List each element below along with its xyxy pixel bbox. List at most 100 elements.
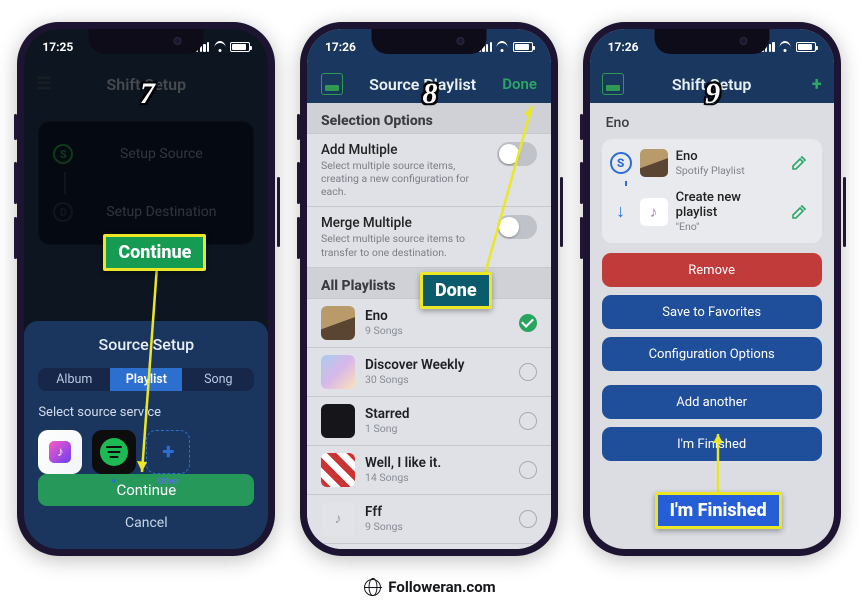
dest-sub: "Eno" [676,220,780,233]
playlist-name: Eno [365,308,509,324]
source-setup-sheet: Source Setup Album Playlist Song Select … [24,321,268,549]
battery-icon [513,42,533,52]
playlist-art [321,306,355,340]
status-time: 17:26 [325,40,356,54]
notch [371,29,486,54]
cancel-button[interactable]: Cancel [38,508,254,539]
save-favorites-button[interactable]: Save to Favorites [602,295,822,329]
playlist-name: Discover Weekly [365,357,509,373]
library-icon[interactable] [602,73,624,95]
playlist-row[interactable]: Fff9 Songs [307,495,551,544]
add-icon[interactable]: + [812,74,822,95]
step-badge-7: 7 [127,74,167,114]
remove-button[interactable]: Remove [602,253,822,287]
playlist-name: Starred [365,406,509,422]
phone-step-8: 8 17:26 Source Playlist Done Selection O… [300,22,560,556]
step-badge-8: 8 [410,74,450,114]
dest-node-icon: D [53,202,73,222]
service-other[interactable]: +Other [146,430,190,474]
done-button[interactable]: Done [502,75,537,93]
add-another-button[interactable]: Add another [602,385,822,419]
playlist-sub: 9 Songs [365,520,509,533]
sheet-title: Source Setup [38,335,254,354]
playlist-sub: 9 Songs [365,324,509,337]
playlist-name: Well, I like it. [365,455,509,471]
config-name: Eno [602,113,822,139]
segment-playlist[interactable]: Playlist [110,368,182,391]
select-service-label: Select source service [38,405,254,420]
wifi-icon [496,42,509,52]
setup-dest-row: Setup Destination [83,204,239,220]
battery-icon [796,42,816,52]
phone-step-7: 7 17:25 ☰ Shift Setup S S [17,22,277,556]
back-icon: ☰ [36,74,51,94]
playlist-art [321,502,355,536]
setup-source-row: Setup Source [83,146,239,162]
segment-song[interactable]: Song [182,368,254,391]
playlist-name: Fff [365,504,509,520]
config-options-button[interactable]: Configuration Options [602,337,822,371]
playlist-row[interactable]: Hangover14 Songs [307,544,551,549]
status-time: 17:26 [608,40,639,54]
arrow-down-icon: ↓ [610,201,632,223]
notch [89,29,204,54]
continue-button[interactable]: Continue [38,474,254,505]
unselected-circle[interactable] [519,412,537,430]
playlist-art [321,404,355,438]
wifi-icon [213,42,226,52]
checkmark-icon[interactable] [519,314,537,332]
playlist-row[interactable]: Starred1 Song [307,397,551,446]
playlist-sub: 1 Song [365,422,509,435]
option-add-multiple[interactable]: Add Multiple Select multiple source item… [307,133,551,207]
playlist-sub: 14 Songs [365,471,509,484]
playlist-art [321,355,355,389]
unselected-circle[interactable] [519,510,537,528]
callout-done: Done [420,272,492,309]
unselected-circle[interactable] [519,363,537,381]
apple-music-icon [49,441,71,463]
unselected-circle[interactable] [519,461,537,479]
playlist-art [321,453,355,487]
playlist-row[interactable]: Well, I like it.14 Songs [307,446,551,495]
status-icons [196,42,250,52]
option-merge-multiple[interactable]: Merge Multiple Select multiple source it… [307,207,551,267]
im-finished-button[interactable]: I'm Finished [602,427,822,461]
source-node-icon: S [53,144,73,164]
callout-continue: Continue [103,234,206,271]
option-title: Add Multiple [321,142,485,158]
source-name: Eno [676,149,780,164]
wifi-icon [779,42,792,52]
toggle-add-multiple[interactable] [497,142,537,166]
globe-icon [364,579,381,596]
edit-source-icon[interactable] [788,152,810,174]
source-sub: Spotify Playlist [676,164,780,177]
status-icons [761,42,815,52]
config-card: S Eno Spotify Playlist ↓ [602,139,822,243]
notch [654,29,769,54]
playlist-art [640,149,668,177]
service-spotify[interactable] [92,430,136,474]
source-node-icon: S [610,152,632,174]
segment-album[interactable]: Album [38,368,110,391]
footer-text: Followeran.com [388,578,495,596]
playlist-art [640,198,668,226]
other-label: Other [157,477,180,487]
status-icons [479,42,533,52]
callout-finished: I'm Finished [655,492,782,529]
step-badge-9: 9 [693,74,733,114]
type-segment: Album Playlist Song [38,368,254,391]
service-apple-music[interactable] [38,430,82,474]
toggle-merge-multiple[interactable] [497,215,537,239]
footer-attribution: Followeran.com [0,578,860,596]
status-time: 17:25 [42,40,73,54]
playlist-sub: 30 Songs [365,373,509,386]
option-desc: Select multiple source items to transfer… [321,232,485,258]
playlist-row[interactable]: Discover Weekly30 Songs [307,348,551,397]
spotify-icon [100,438,128,466]
dest-name: Create new playlist [676,190,780,220]
battery-icon [230,42,250,52]
library-icon[interactable] [321,73,343,95]
phone-step-9: 9 17:26 Shift Setup + Eno S [583,22,843,556]
edit-dest-icon[interactable] [788,201,810,223]
option-desc: Select multiple source items, creating a… [321,159,485,198]
